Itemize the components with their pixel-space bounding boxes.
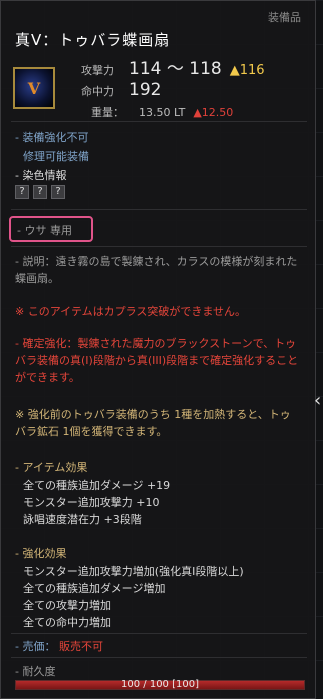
attack-value: 114 ～ 118 (129, 59, 222, 79)
divider (11, 657, 307, 658)
item-icon-glyph: V (27, 78, 41, 98)
chevron-left-icon[interactable]: ‹ (314, 390, 321, 411)
divider (11, 633, 307, 634)
weight-value: 13.50 LT (139, 106, 186, 119)
item-tooltip: 装備品 真V：トゥバラ蝶画扇 V 攻撃力 114 ～ 118 ▲116 命中力 … (0, 0, 316, 699)
tuvala-ore-note: ※ 強化前のトゥバラ装備のうち 1種を加熱すると、トゥバラ鉱石 1個を獲得できま… (15, 408, 291, 438)
durability-text: 100 / 100 [100] (121, 679, 199, 690)
enhance-effect-line: 全ての種族追加ダメージ増加 (23, 582, 166, 595)
divider (11, 121, 307, 122)
durability-label: - 耐久度 (15, 665, 56, 678)
item-description: - 説明：遠き霧の島で製錬され、カラスの模様が刻まれた蝶画扇。 (15, 255, 298, 285)
item-effect-line: モンスター追加攻撃力 +10 (23, 496, 160, 509)
sale-price: - 売価： 販売不可 (15, 638, 103, 654)
item-effect-line: 全ての種族追加ダメージ +19 (23, 479, 171, 492)
no-enhance-flag: - 装備強化不可 (15, 131, 89, 144)
dye-slot[interactable]: ? (15, 185, 29, 199)
accuracy-label: 命中力 (81, 85, 114, 98)
class-restriction: - ウサ 専用 (17, 224, 72, 237)
dye-slot[interactable]: ? (33, 185, 47, 199)
divider (11, 209, 307, 210)
dye-info-label: - 染色情報 (15, 169, 67, 182)
dye-slots: ? ? ? (15, 185, 65, 199)
dye-slot[interactable]: ? (51, 185, 65, 199)
fixed-enhance-note: - 確定強化：製錬された魔力のブラックストーンで、トゥバラ装備の真(I)段階から… (15, 337, 299, 384)
item-effect-line: 詠唱速度潜在力 +3段階 (23, 513, 142, 526)
durability-bar: 100 / 100 [100] (15, 679, 305, 690)
enhance-effect-line: モンスター追加攻撃力増加(強化真I段階以上) (23, 565, 244, 578)
repairable-flag: 修理可能装備 (23, 150, 89, 163)
enhance-effect-line: 全ての攻撃力増加 (23, 599, 111, 612)
item-category: 装備品 (268, 11, 301, 24)
sale-price-label: - 売価： (15, 640, 56, 653)
item-effects-header: - アイテム効果 (15, 461, 88, 474)
item-icon: V (13, 67, 55, 109)
sale-price-value: 販売不可 (58, 640, 103, 653)
enhance-effects-header: - 強化効果 (15, 547, 67, 560)
divider (11, 246, 307, 247)
enhance-effect-line: 全ての命中力増加 (23, 616, 111, 629)
item-name: 真V：トゥバラ蝶画扇 (15, 31, 171, 49)
attack-stat: 攻撃力 114 ～ 118 ▲116 (81, 54, 265, 79)
accuracy-value: 192 (129, 80, 162, 100)
accuracy-stat: 命中力 192 (81, 80, 161, 100)
weight-diff: ▲12.50 (193, 106, 234, 119)
attack-label: 攻撃力 (81, 64, 114, 77)
weight-stat: 重量： 13.50 LT ▲12.50 (91, 104, 233, 120)
caphras-note: ※ このアイテムはカプラス突破ができません。 (15, 305, 247, 318)
weight-label: 重量： (91, 106, 124, 119)
attack-diff: ▲116 (229, 63, 265, 78)
